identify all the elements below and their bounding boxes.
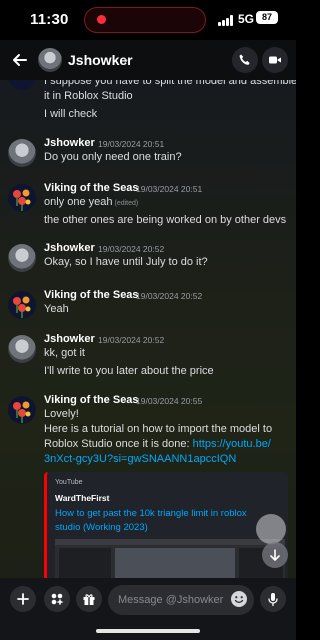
jump-to-latest-button[interactable] [262,542,288,568]
avatar[interactable] [8,396,36,424]
microphone-icon [268,593,278,606]
home-indicator[interactable] [96,629,200,633]
apps-icon [51,593,63,605]
network-label: 5G [238,12,255,26]
message-author[interactable]: Viking of the Seas [44,182,139,194]
message-text: Do you only need one train? [44,151,182,163]
message-text: Roblox Studio once it is done: https://y… [44,437,271,452]
signal-icon [218,15,234,26]
youtube-link-continued[interactable]: 3nXct-gcy3U?si=gwSNAANN1apccIQN [44,452,236,467]
plus-icon [17,593,29,605]
avatar[interactable] [8,291,36,319]
status-bar: 11:30 5G 87 [0,0,296,40]
message-text: kk, got it [44,347,85,359]
home-indicator-area [0,622,296,640]
recording-dot-icon [97,15,106,24]
youtube-link[interactable]: https://youtu.be/ [193,438,271,450]
message-text: I suppose you have to split the model an… [44,80,296,87]
avatar[interactable] [8,80,36,90]
message-list[interactable]: I suppose you have to split the model an… [0,80,296,578]
attach-button[interactable] [10,586,36,612]
embed-provider: YouTube [55,479,83,486]
voice-message-button[interactable] [260,586,286,612]
message-author[interactable]: Jshowker [44,242,95,254]
message-composer [0,578,296,622]
apps-button[interactable] [44,586,70,612]
floating-overlay[interactable] [256,514,286,544]
emoji-icon [231,591,247,607]
message-text: Yeah [44,303,69,315]
message-timestamp: 19/03/2024 20:55 [136,396,203,406]
embed-author[interactable]: WardTheFirst [55,493,109,503]
video-camera-icon [269,56,281,64]
message-text: I will check [44,108,98,120]
gift-button[interactable] [76,586,102,612]
chat-header: Jshowker › [0,40,296,80]
message-text-content: Roblox Studio once it is done: [44,438,193,450]
video-thumbnail[interactable] [55,539,285,578]
message-author[interactable]: Viking of the Seas [44,289,139,301]
message-text: it in Roblox Studio [44,90,133,102]
message-text: the other ones are being worked on by ot… [44,214,287,226]
arrow-down-icon [270,549,280,561]
battery-icon: 87 [256,11,278,24]
voice-call-button[interactable] [232,47,258,73]
flower-avatar-icon [13,296,31,318]
message-text: Lovely! [44,408,79,420]
video-call-button[interactable] [262,47,288,73]
embed-title-continued[interactable]: studio (Working 2023) [55,522,148,533]
edited-label: (edited) [114,200,139,207]
emoji-button[interactable] [230,590,248,608]
gift-icon [83,594,95,605]
message-text: only one yeah (edited) [44,195,138,211]
status-time: 11:30 [30,11,69,28]
chevron-right-icon[interactable]: › [124,53,128,67]
message-timestamp: 19/03/2024 20:52 [98,335,165,345]
message-text: Okay, so I have until July to do it? [44,256,208,268]
contact-avatar[interactable] [38,48,62,72]
avatar[interactable] [8,184,36,212]
message-text: I'll write to you later about the price [44,365,214,377]
dynamic-island [84,7,206,33]
flower-avatar-icon [13,401,31,423]
message-timestamp: 19/03/2024 20:52 [98,244,165,254]
message-timestamp: 19/03/2024 20:52 [136,291,203,301]
message-timestamp: 19/03/2024 20:51 [136,184,203,194]
message-author[interactable]: Jshowker [44,333,95,345]
thumbnail-viewport [115,548,235,578]
link-embed[interactable]: YouTube WardTheFirst How to get past the… [44,472,288,578]
phone-icon [239,54,250,65]
avatar[interactable] [8,244,36,272]
embed-title[interactable]: How to get past the 10k triangle limit i… [55,508,247,519]
thumbnail-toolbar [55,539,285,545]
thumbnail-panel [59,548,111,578]
message-timestamp: 19/03/2024 20:51 [98,139,165,149]
back-arrow-icon[interactable] [10,50,30,70]
avatar[interactable] [8,335,36,363]
contact-name[interactable]: Jshowker [68,52,133,68]
avatar[interactable] [8,139,36,167]
message-text: Here is a tutorial on how to import the … [44,423,273,435]
message-author[interactable]: Viking of the Seas [44,394,139,406]
message-author[interactable]: Jshowker [44,137,95,149]
message-text-content: only one yeah [44,196,113,208]
flower-avatar-icon [13,189,31,211]
